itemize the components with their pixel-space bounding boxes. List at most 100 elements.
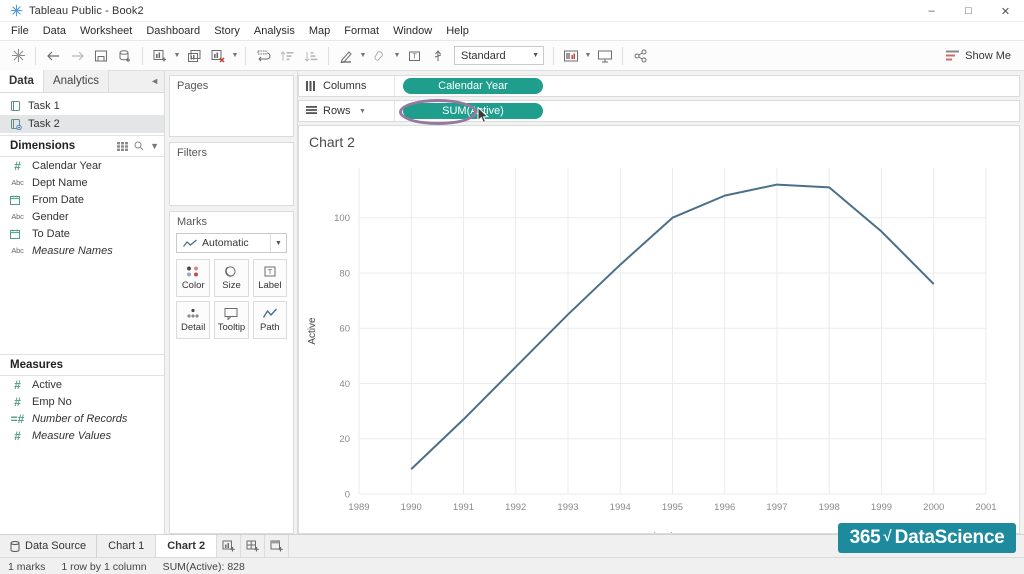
y-tick-label: 0 (345, 490, 350, 501)
new-worksheet-icon[interactable] (217, 535, 242, 557)
search-icon[interactable] (134, 141, 144, 151)
field-to-date[interactable]: To Date (0, 225, 164, 242)
marks-color-button[interactable]: Color (176, 259, 211, 297)
fix-axes-icon[interactable] (426, 44, 450, 68)
data-pane-tabs: Data Analytics ◄ (0, 70, 164, 93)
data-pane-spacer (0, 259, 164, 354)
menu-worksheet[interactable]: Worksheet (73, 23, 139, 39)
new-dashboard-icon[interactable] (241, 535, 266, 557)
data-source-task-1[interactable]: Task 1 (0, 97, 164, 115)
grid-view-icon[interactable] (117, 141, 129, 151)
swap-rows-cols-icon[interactable] (251, 44, 275, 68)
marks-detail-button[interactable]: Detail (176, 301, 211, 339)
pill-calendar-year[interactable]: Calendar Year (403, 78, 543, 94)
clear-sheet-dropdown-icon[interactable]: ▼ (230, 44, 240, 68)
field-active[interactable]: # Active (0, 376, 164, 393)
marks-size-button[interactable]: Size (214, 259, 249, 297)
menu-data[interactable]: Data (36, 23, 73, 39)
highlight-icon[interactable] (334, 44, 358, 68)
clear-sheet-icon[interactable] (206, 44, 230, 68)
status-aggregate: SUM(Active): 828 (162, 561, 245, 573)
cards-column: Pages Filters Marks Automatic ▼ Color Si… (165, 71, 298, 534)
group-dropdown-icon[interactable]: ▼ (392, 44, 402, 68)
save-icon[interactable] (89, 44, 113, 68)
chart-view[interactable]: Chart 2 1989 1990 1991 1992 1993 1994 1995 1996… (298, 125, 1020, 534)
columns-shelf[interactable]: Columns Calendar Year (298, 75, 1020, 97)
sheet-tab-chart-2[interactable]: Chart 2 (156, 535, 218, 557)
marks-tooltip-button[interactable]: Tooltip (214, 301, 249, 339)
x-tick-label: 1993 (557, 502, 578, 513)
close-icon[interactable]: ✕ (987, 0, 1024, 22)
redo-icon[interactable] (65, 44, 89, 68)
show-me-button[interactable]: Show Me (941, 47, 1016, 65)
rows-shelf[interactable]: Rows ▼ SUM(Active) (298, 99, 1020, 125)
maximize-icon[interactable]: □ (950, 0, 987, 22)
chevron-down-icon[interactable]: ▼ (150, 141, 159, 151)
menu-help[interactable]: Help (439, 23, 476, 39)
pill-sum-active[interactable]: SUM(Active) (403, 103, 543, 119)
menu-dashboard[interactable]: Dashboard (139, 23, 207, 39)
chevron-down-icon[interactable]: ▼ (357, 108, 369, 115)
mark-type-value: Automatic (202, 237, 249, 249)
menu-story[interactable]: Story (207, 23, 247, 39)
field-gender[interactable]: Abc Gender (0, 208, 164, 225)
collapse-pane-icon[interactable]: ◄ (150, 76, 159, 86)
show-labels-icon[interactable]: T (402, 44, 426, 68)
fit-dashboard-icon[interactable] (559, 44, 583, 68)
new-worksheet-icon[interactable] (148, 44, 172, 68)
tab-analytics[interactable]: Analytics (43, 70, 109, 92)
menu-window[interactable]: Window (386, 23, 439, 39)
field-calendar-year[interactable]: # Calendar Year (0, 157, 164, 174)
toolbar-separator (245, 46, 246, 65)
sort-ascending-icon[interactable] (275, 44, 299, 68)
marks-label-button[interactable]: T Label (252, 259, 287, 297)
menu-format[interactable]: Format (337, 23, 386, 39)
filters-card[interactable]: Filters (169, 142, 294, 206)
fit-value: Standard (461, 49, 506, 62)
share-icon[interactable] (628, 44, 652, 68)
new-story-icon[interactable] (265, 535, 290, 557)
field-emp-no[interactable]: # Emp No (0, 393, 164, 410)
undo-icon[interactable] (41, 44, 65, 68)
title-bar: Tableau Public - Book2 – □ ✕ (0, 0, 1024, 22)
field-number-of-records[interactable]: =# Number of Records (0, 410, 164, 427)
marks-button-label: Path (260, 322, 280, 333)
data-source-tab[interactable]: Data Source (0, 535, 98, 557)
number-type-icon: # (14, 428, 21, 443)
field-label: Emp No (32, 395, 72, 408)
field-label: From Date (32, 193, 84, 206)
menu-analysis[interactable]: Analysis (247, 23, 302, 39)
columns-shelf-label: Columns (299, 76, 395, 96)
highlight-dropdown-icon[interactable]: ▼ (358, 44, 368, 68)
field-measure-values[interactable]: # Measure Values (0, 427, 164, 444)
duplicate-sheet-icon[interactable] (182, 44, 206, 68)
presentation-mode-icon[interactable] (593, 44, 617, 68)
data-source-task-2[interactable]: Task 2 (0, 115, 164, 133)
field-dept-name[interactable]: Abc Dept Name (0, 174, 164, 191)
marks-path-button[interactable]: Path (252, 301, 287, 339)
calculated-number-icon: =# (10, 411, 25, 426)
group-icon[interactable] (368, 44, 392, 68)
add-data-source-icon[interactable] (113, 44, 137, 68)
tableau-logo-icon (7, 4, 25, 18)
menu-file[interactable]: File (4, 23, 36, 39)
fit-dropdown-icon[interactable]: ▼ (583, 44, 593, 68)
color-icon (185, 265, 201, 278)
y-tick-label: 100 (334, 213, 350, 224)
mark-type-select[interactable]: Automatic ▼ (176, 233, 287, 253)
fit-select[interactable]: Standard ▼ (454, 46, 544, 65)
minimize-icon[interactable]: – (913, 0, 950, 22)
field-measure-names[interactable]: Abc Measure Names (0, 242, 164, 259)
field-from-date[interactable]: From Date (0, 191, 164, 208)
text-type-icon: Abc (11, 178, 24, 187)
sort-descending-icon[interactable] (299, 44, 323, 68)
tableau-home-icon[interactable] (6, 44, 30, 68)
menu-map[interactable]: Map (302, 23, 337, 39)
sheet-tab-chart-1[interactable]: Chart 1 (97, 535, 157, 557)
field-label: Measure Values (32, 429, 112, 442)
new-worksheet-dropdown-icon[interactable]: ▼ (172, 44, 182, 68)
text-type-icon: Abc (11, 246, 24, 255)
text-type-icon: Abc (11, 212, 24, 221)
tab-data[interactable]: Data (0, 70, 44, 92)
pages-card[interactable]: Pages (169, 75, 294, 137)
